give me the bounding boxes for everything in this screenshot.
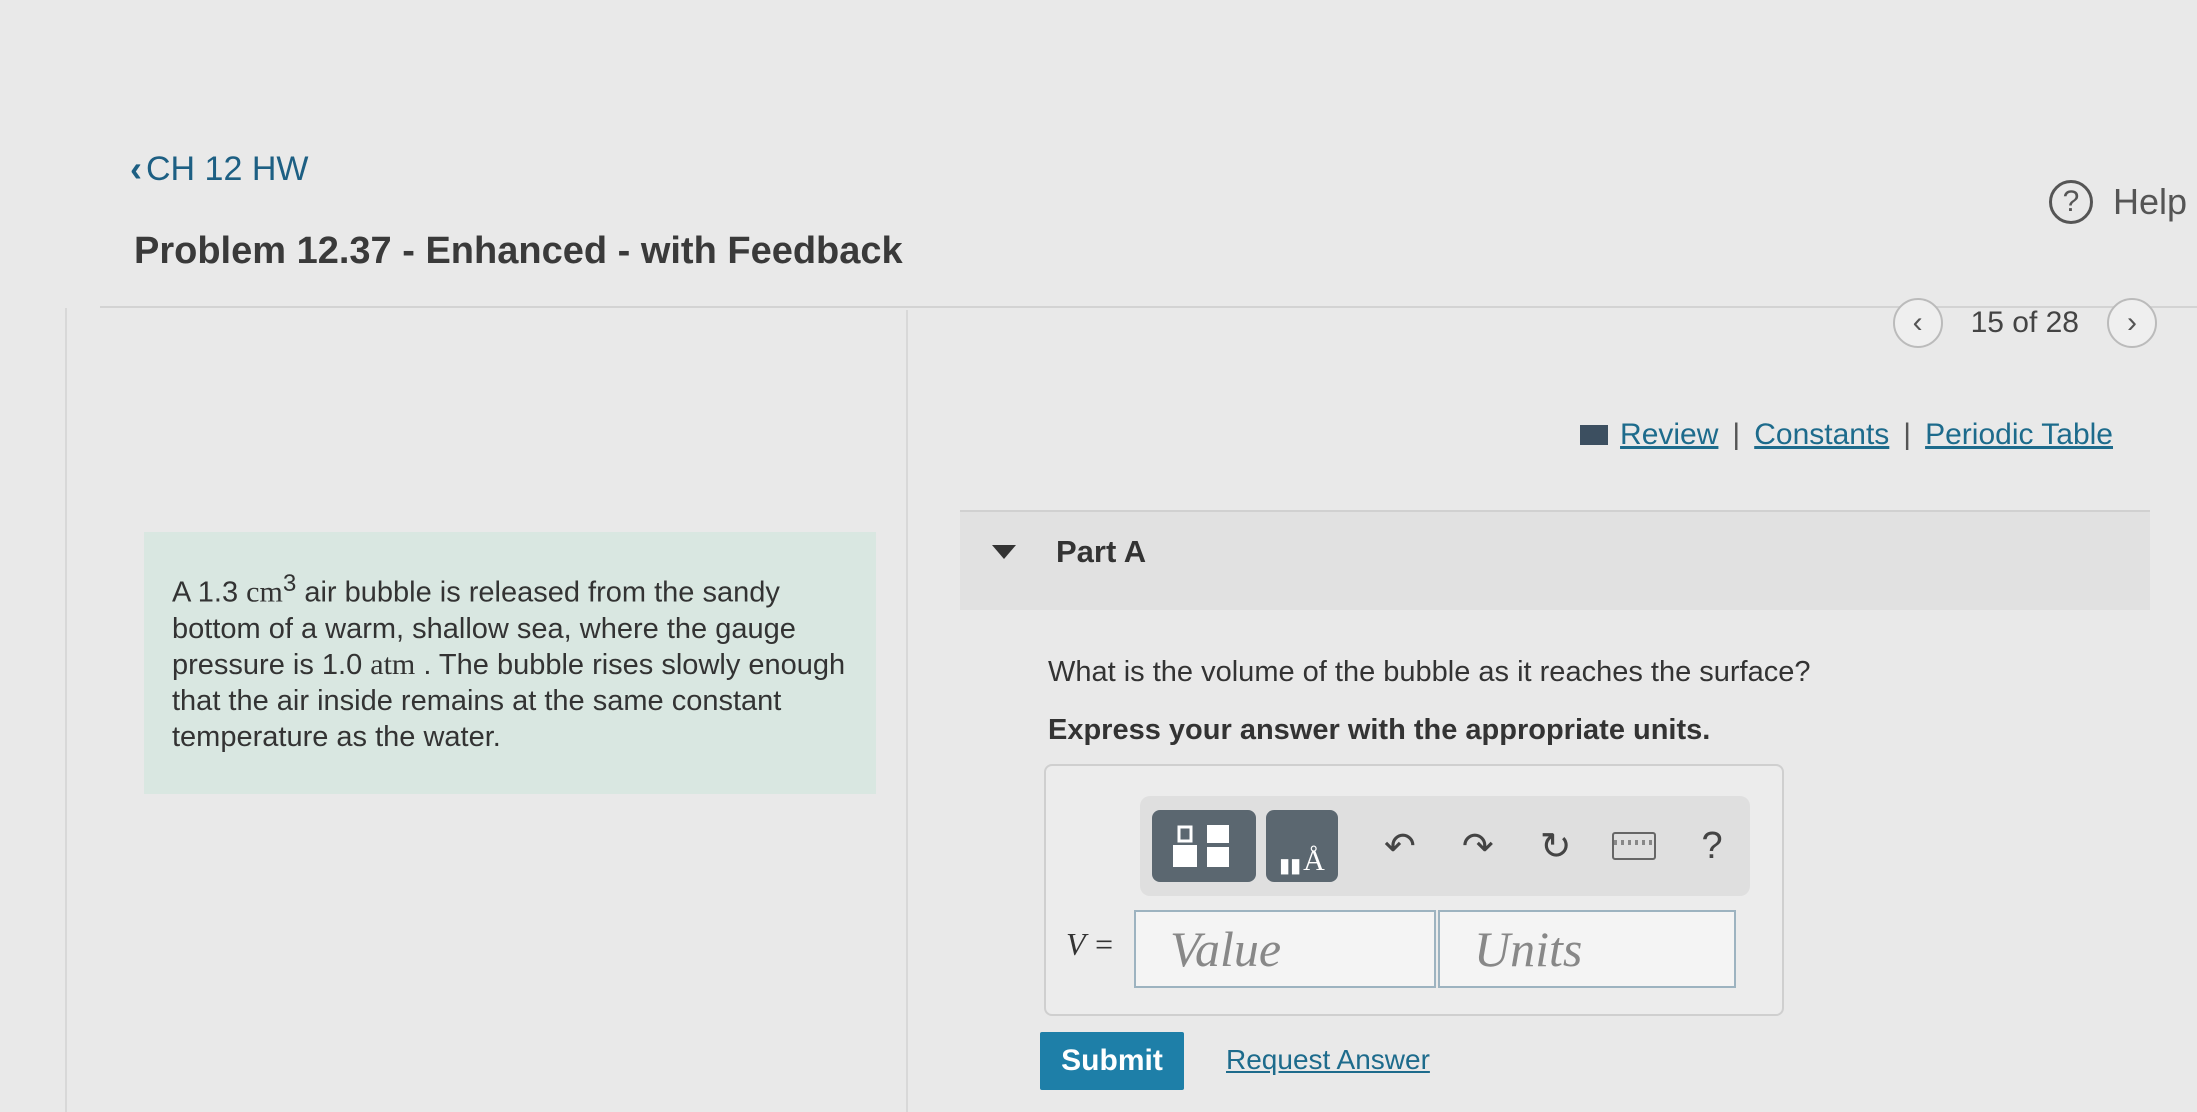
undo-icon[interactable]: ↶ (1384, 824, 1416, 869)
question-circle-icon: ? (2048, 180, 2093, 224)
redo-icon[interactable]: ↷ (1462, 824, 1494, 869)
keyboard-icon[interactable] (1611, 832, 1656, 860)
instruction-text: Express your answer with the appropriate… (1048, 714, 1711, 746)
templates-button[interactable] (1152, 810, 1256, 882)
request-answer-link[interactable]: Request Answer (1226, 1044, 1430, 1076)
panel-divider (906, 310, 908, 1112)
previous-problem-button[interactable]: ‹ (1892, 298, 1943, 348)
left-border (65, 308, 67, 1112)
unit-cm: cm (246, 575, 283, 609)
problem-text: A 1.3 (172, 576, 247, 609)
chevron-left-icon: ‹ (130, 148, 142, 189)
reset-icon[interactable]: ↻ (1540, 824, 1572, 869)
units-input[interactable]: Units (1438, 910, 1736, 988)
problem-statement: A 1.3 cm3 air bubble is released from th… (144, 532, 876, 794)
chevron-right-icon: › (2127, 306, 2137, 339)
help-icon[interactable]: ? (1702, 825, 1723, 868)
page-title: Problem 12.37 - Enhanced - with Feedback (134, 230, 903, 272)
part-a-label: Part A (1056, 534, 1147, 569)
math-toolbar: ▮▮ Å ↶ ↷ ↻ ? (1140, 796, 1750, 896)
help-button[interactable]: ? Help (2048, 180, 2187, 224)
next-problem-button[interactable]: › (2107, 298, 2157, 348)
link-separator: | (1903, 418, 1912, 451)
help-label: Help (2112, 181, 2187, 222)
pager-position: 15 of 28 (1970, 306, 2079, 339)
angstrom-icon: Å (1303, 844, 1325, 877)
book-icon (1580, 425, 1609, 445)
back-link-ch12[interactable]: ‹ CH 12 HW (130, 148, 308, 190)
unit-atm: atm (370, 647, 416, 681)
templates-icon (1173, 825, 1229, 867)
link-separator: | (1732, 418, 1741, 451)
chevron-left-icon: ‹ (1912, 306, 1923, 339)
submit-button[interactable]: Submit (1040, 1032, 1184, 1090)
caret-down-icon[interactable] (992, 545, 1016, 559)
question-text: What is the volume of the bubble as it r… (1048, 656, 1811, 688)
review-link[interactable]: Review (1620, 418, 1718, 452)
periodic-table-link[interactable]: Periodic Table (1925, 418, 2113, 452)
header-divider (100, 306, 2197, 308)
variable-label: V = (1066, 926, 1115, 962)
constants-link[interactable]: Constants (1754, 418, 1889, 452)
unit-exponent: 3 (282, 570, 297, 597)
value-input[interactable]: Value (1134, 910, 1436, 988)
units-bars-icon: ▮▮ (1279, 855, 1302, 877)
back-link-label: CH 12 HW (146, 149, 309, 188)
resource-links: Review | Constants | Periodic Table (1580, 418, 2113, 452)
units-button[interactable]: ▮▮ Å (1266, 810, 1338, 882)
problem-pager: ‹ 15 of 28 › (1892, 298, 2157, 348)
